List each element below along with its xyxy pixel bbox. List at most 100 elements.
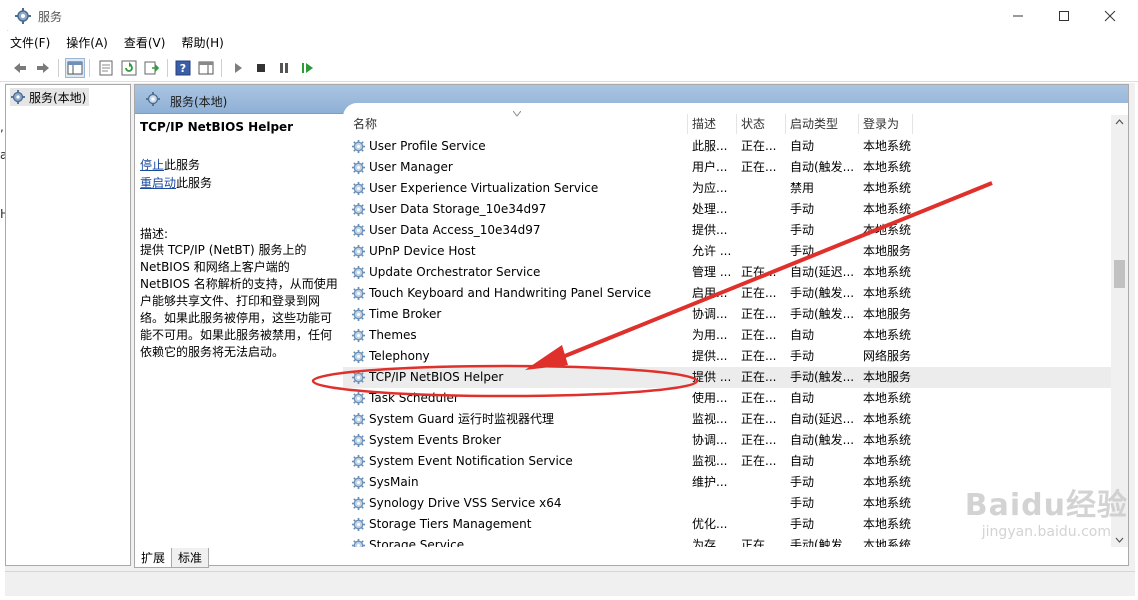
column-header-status[interactable]: 状态 <box>737 114 786 134</box>
service-logon: 本地系统 <box>863 496 912 510</box>
menu-action[interactable]: 操作(A) <box>66 34 108 51</box>
selected-service-title: TCP/IP NetBIOS Helper <box>140 120 294 134</box>
maximize-button[interactable] <box>1041 0 1087 31</box>
service-start-type: 自动 <box>790 328 815 342</box>
toolbar: ? <box>0 54 1138 82</box>
service-start-type: 自动(延迟... <box>790 412 855 426</box>
service-start-type: 手动 <box>790 202 815 216</box>
scroll-up-icon[interactable] <box>1115 118 1124 127</box>
back-button[interactable] <box>10 58 30 78</box>
properties-button[interactable] <box>96 58 116 78</box>
status-bar <box>5 571 1135 595</box>
service-row[interactable]: Telephony 提供... 正在... 手动 网络服务 <box>343 346 1113 367</box>
minimize-button[interactable] <box>995 0 1041 31</box>
service-status: 正在... <box>741 412 777 426</box>
service-name: System Guard 运行时监视器代理 <box>369 412 554 426</box>
service-row[interactable]: Update Orchestrator Service 管理 ... 正在... 自动… <box>343 262 1113 283</box>
menu-help[interactable]: 帮助(H) <box>181 34 223 51</box>
toolbar-separator <box>167 59 168 77</box>
service-name: System Events Broker <box>369 433 502 447</box>
restart-icon <box>302 63 313 73</box>
service-row[interactable]: System Guard 运行时监视器代理 监视... 正在... 自动(延迟... 本… <box>343 409 1113 430</box>
start-service-button[interactable] <box>228 58 248 78</box>
tab-standard[interactable]: 标准 <box>171 548 210 568</box>
tree-item-services-local[interactable]: 服务(本地) <box>10 88 90 106</box>
service-row[interactable]: User Experience Virtualization Service 为应… <box>343 178 1113 199</box>
service-name: TCP/IP NetBIOS Helper <box>369 370 504 384</box>
close-button[interactable] <box>1087 0 1133 31</box>
service-row[interactable]: User Data Storage_10e34d97 处理... 手动 本地系统 <box>343 199 1113 220</box>
pause-service-button[interactable] <box>274 58 294 78</box>
service-logon: 本地系统 <box>863 538 912 547</box>
service-gear-icon <box>351 496 366 511</box>
properties-icon <box>99 60 113 76</box>
service-row[interactable]: TCP/IP NetBIOS Helper 提供 ... 正在... 手动(触发...… <box>343 367 1113 388</box>
service-gear-icon <box>351 538 366 547</box>
baidu-watermark: Baidu经验 jingyan.baidu.com <box>965 480 1128 540</box>
restart-service-button[interactable] <box>297 58 317 78</box>
stop-service-link[interactable]: 停止 <box>140 158 164 172</box>
export-icon <box>144 61 160 75</box>
help-button[interactable]: ? <box>173 58 193 78</box>
service-row[interactable]: Touch Keyboard and Handwriting Panel Ser… <box>343 283 1113 304</box>
service-gear-icon <box>351 265 366 280</box>
service-gear-icon <box>351 475 366 490</box>
column-header-description[interactable]: 描述 <box>688 114 737 134</box>
service-description: 提供... <box>692 223 728 237</box>
service-name: User Manager <box>369 160 453 174</box>
forward-button[interactable] <box>33 58 53 78</box>
pause-icon <box>280 63 288 73</box>
service-name: System Event Notification Service <box>369 454 573 468</box>
service-logon: 本地系统 <box>863 160 912 174</box>
service-row[interactable]: System Event Notification Service 监视... 正在… <box>343 451 1113 472</box>
column-header-start-type[interactable]: 启动类型 <box>786 114 859 134</box>
service-status: 正在... <box>741 370 777 384</box>
menu-file[interactable]: 文件(F) <box>10 34 50 51</box>
stop-service-button[interactable] <box>251 58 271 78</box>
service-row[interactable]: User Profile Service 此服... 正在... 自动 本地系统 <box>343 136 1113 157</box>
service-status: 正在... <box>741 454 777 468</box>
menu-view[interactable]: 查看(V) <box>124 34 166 51</box>
service-description: 为用... <box>692 328 728 342</box>
service-description: 提供... <box>692 349 728 363</box>
restart-service-link[interactable]: 重启动 <box>140 176 176 190</box>
title-bar: 服务 <box>0 0 1138 31</box>
tab-extended[interactable]: 扩展 <box>134 548 173 568</box>
service-status <box>741 178 785 199</box>
service-name: User Experience Virtualization Service <box>369 181 599 195</box>
toolbar-separator <box>89 59 90 77</box>
restart-service-row: 重启动此服务 <box>140 174 212 191</box>
service-status: 正在... <box>741 391 777 405</box>
maximize-icon <box>1059 10 1069 21</box>
service-logon: 本地系统 <box>863 139 912 153</box>
column-header-name[interactable]: 名称 <box>349 114 688 134</box>
service-name: SysMain <box>369 475 419 489</box>
console-tree-icon <box>67 61 83 75</box>
service-description: 启用... <box>692 286 728 300</box>
service-row[interactable]: Time Broker 协调... 正在... 手动(触发... 本地服务 <box>343 304 1113 325</box>
console-tree: 服务(本地) <box>5 84 131 566</box>
show-console-tree-button[interactable] <box>65 58 85 78</box>
export-list-button[interactable] <box>142 58 162 78</box>
description-pane: TCP/IP NetBIOS Helper 停止此服务 重启动此服务 描述: 提… <box>135 115 341 547</box>
service-status <box>741 241 785 262</box>
service-row[interactable]: User Data Access_10e34d97 提供... 手动 本地系统 <box>343 220 1113 241</box>
scrollbar-thumb[interactable] <box>1114 260 1125 288</box>
show-action-pane-button[interactable] <box>196 58 216 78</box>
service-logon: 本地系统 <box>863 223 912 237</box>
service-name: Themes <box>369 328 417 342</box>
stop-service-suffix: 此服务 <box>164 158 201 172</box>
service-row[interactable]: Task Scheduler 使用... 正在... 自动 本地系统 <box>343 388 1113 409</box>
refresh-button[interactable] <box>119 58 139 78</box>
toolbar-separator <box>221 59 222 77</box>
service-description: 允许 ... <box>692 244 732 258</box>
view-tabs: 扩展 标准 <box>134 548 210 568</box>
service-start-type: 自动 <box>790 139 815 153</box>
service-row[interactable]: System Events Broker 协调... 正在... 自动(触发... 本地… <box>343 430 1113 451</box>
service-row[interactable]: Themes 为用... 正在... 自动 本地系统 <box>343 325 1113 346</box>
column-header-logon[interactable]: 登录为 <box>859 114 913 134</box>
service-row[interactable]: UPnP Device Host 允许 ... 手动 本地服务 <box>343 241 1113 262</box>
services-gear-icon <box>14 7 32 25</box>
service-row[interactable]: User Manager 用户... 正在... 自动(触发... 本地系统 <box>343 157 1113 178</box>
content-header-label: 服务(本地) <box>170 95 228 109</box>
